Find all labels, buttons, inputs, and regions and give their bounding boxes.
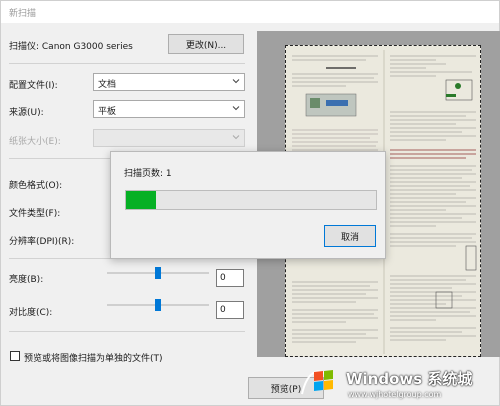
paper-size-select (93, 129, 245, 147)
chevron-down-icon (232, 79, 240, 84)
profile-select[interactable]: 文档 (93, 73, 245, 91)
watermark: Windows 系统城 www.wjhotelgroup.com (300, 362, 500, 406)
separate-files-label: 预览或将图像扫描为单独的文件(T) (24, 354, 163, 364)
watermark-brand: Windows 系统城 (346, 370, 473, 388)
chevron-down-icon (232, 135, 240, 140)
window-title: 新扫描 (9, 9, 37, 19)
change-scanner-button[interactable]: 更改(N)... (168, 34, 244, 54)
title-bar: 新扫描 (1, 1, 499, 23)
resolution-label: 分辨率(DPI)(R): (9, 237, 75, 247)
scan-progress-bar (125, 190, 377, 210)
cancel-button[interactable]: 取消 (324, 225, 376, 247)
profile-select-value: 文档 (98, 80, 117, 90)
source-select-value: 平板 (98, 107, 117, 117)
contrast-label: 对比度(C): (9, 308, 53, 318)
watermark-url: www.wjhotelgroup.com (348, 390, 442, 399)
scan-progress-fill (126, 191, 156, 209)
scan-progress-dialog: 扫描页数: 1 取消 (110, 151, 386, 259)
contrast-input[interactable]: 0 (216, 301, 244, 319)
chevron-down-icon (232, 106, 240, 111)
file-type-label: 文件类型(F): (9, 209, 61, 219)
brightness-input[interactable]: 0 (216, 269, 244, 287)
color-format-label: 颜色格式(O): (9, 181, 63, 191)
source-label: 来源(U): (9, 108, 44, 118)
divider (9, 158, 113, 159)
source-select[interactable]: 平板 (93, 100, 245, 118)
divider (9, 331, 245, 332)
contrast-slider-thumb[interactable] (155, 299, 161, 311)
profile-label: 配置文件(I): (9, 81, 58, 91)
scan-window: 新扫描 扫描仪: Canon G3000 series 更改(N)... 配置文… (0, 0, 500, 406)
pages-scanned-label: 扫描页数: 1 (124, 169, 172, 179)
divider (9, 63, 245, 64)
brightness-slider-thumb[interactable] (155, 267, 161, 279)
scanner-label: 扫描仪: Canon G3000 series (9, 42, 133, 52)
paper-size-label: 纸张大小(E): (9, 137, 61, 147)
brightness-label: 亮度(B): (9, 275, 44, 285)
separate-files-checkbox[interactable] (10, 351, 20, 361)
